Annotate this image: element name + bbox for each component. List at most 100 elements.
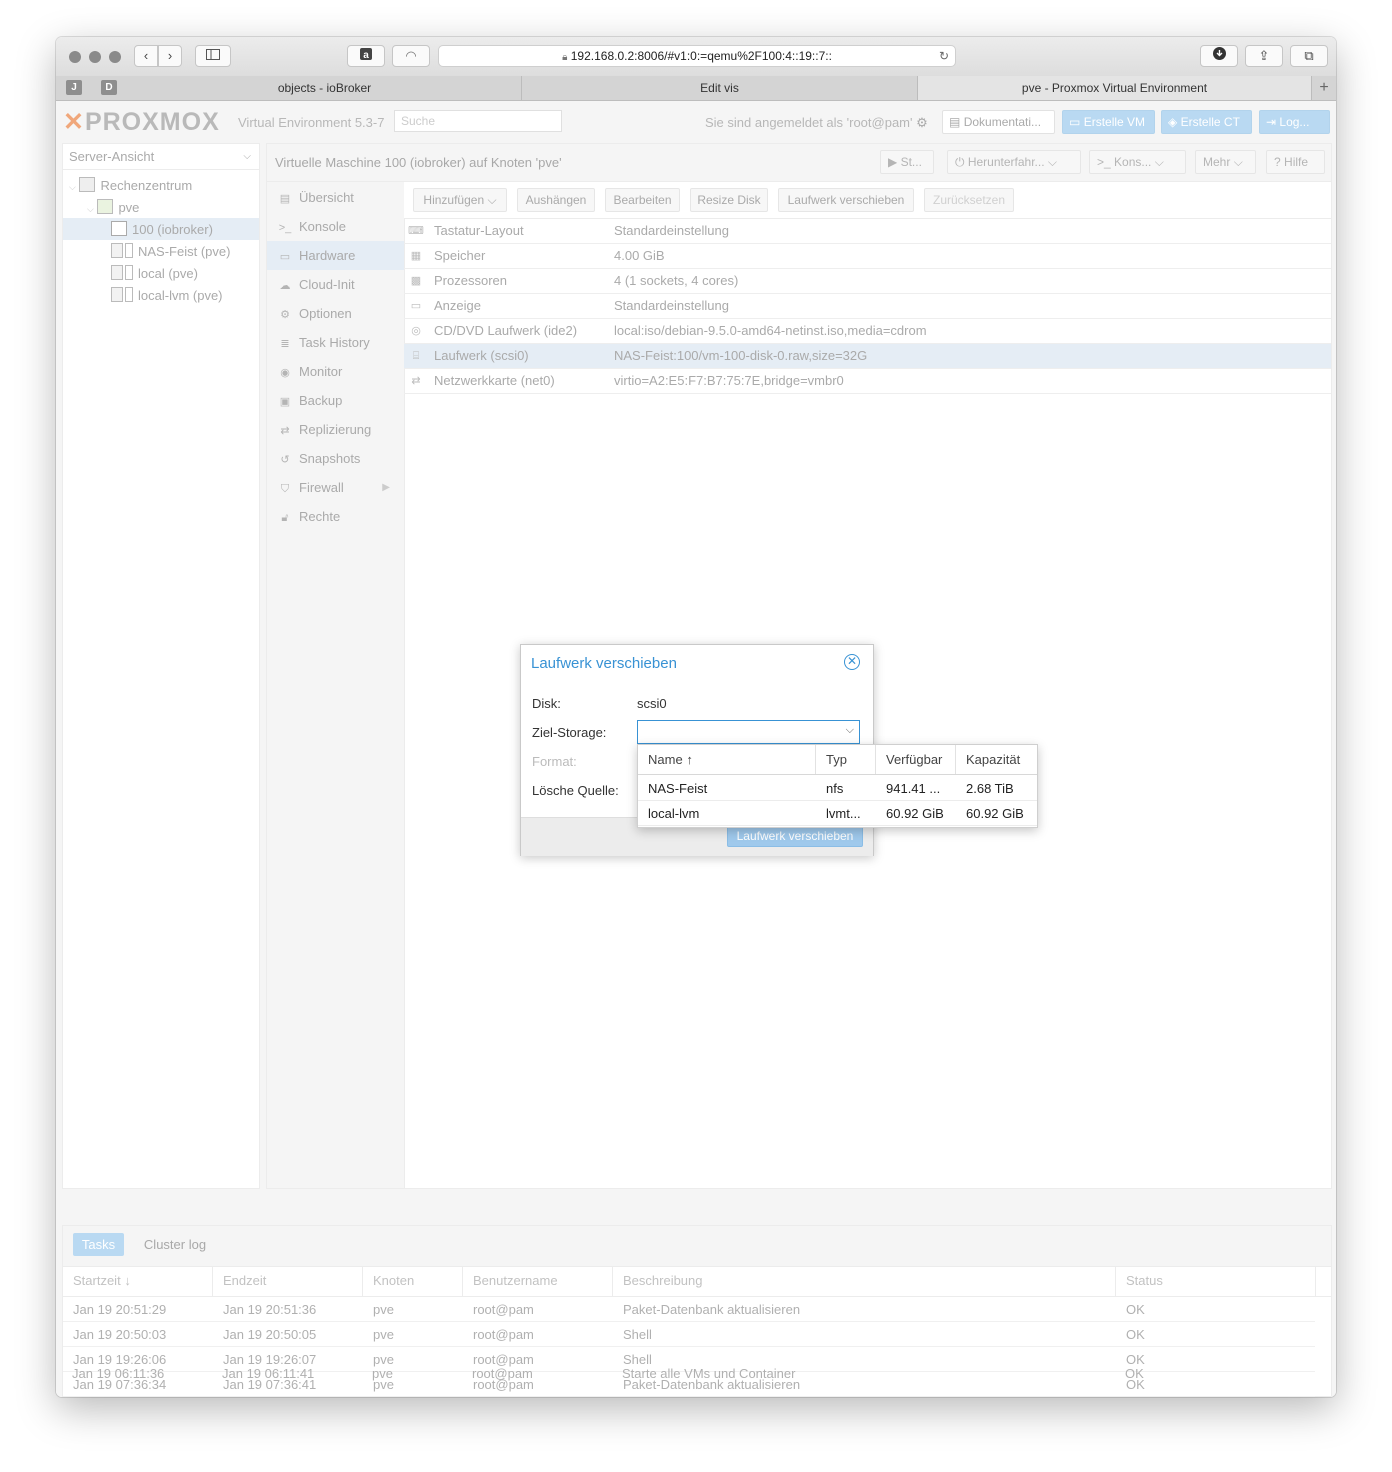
nav-item-snapshots[interactable]: ↺ Snapshots [267, 444, 404, 473]
picker-row-local-lvm[interactable]: local-lvm lvmt... 60.92 GiB 60.92 GiB [638, 801, 1037, 826]
zoom-window-button[interactable] [109, 51, 121, 63]
new-tab-button[interactable]: + [1312, 76, 1336, 100]
hw-row-memory[interactable]: ▦ Speicher 4.00 GiB [404, 244, 1331, 269]
move-disk-submit-button[interactable]: Laufwerk verschieben [727, 825, 863, 847]
nav-item-permissions[interactable]: 🔓︎ Rechte [267, 502, 404, 531]
cell-status: OK [1126, 1302, 1145, 1317]
sidebar-toggle-button[interactable] [195, 45, 231, 67]
close-icon[interactable]: ✕ [844, 654, 860, 670]
column-start-time[interactable]: Startzeit ↓ [63, 1266, 213, 1296]
search-input[interactable]: Suche [394, 110, 562, 132]
column-node[interactable]: Knoten [363, 1266, 463, 1296]
cell-description: Paket-Datenbank aktualisieren [623, 1302, 801, 1317]
picker-column-type[interactable]: Typ [816, 745, 876, 774]
tree-item-datacenter[interactable]: ⌵ Rechenzentrum [69, 175, 192, 197]
help-button[interactable]: ? Hilfe [1266, 150, 1325, 174]
tab-cluster-log[interactable]: Cluster log [135, 1233, 215, 1256]
picker-column-name[interactable]: Name ↑ [638, 745, 816, 774]
target-storage-label: Ziel-Storage: [532, 725, 607, 740]
close-window-button[interactable] [69, 51, 81, 63]
cell-start: Jan 19 20:50:03 [73, 1327, 167, 1342]
add-button[interactable]: Hinzufügen ⌵ [413, 188, 507, 212]
start-button[interactable]: ▶ St... [880, 150, 934, 174]
picker-cell-capacity: 2.68 TiB [966, 781, 1014, 796]
amazon-icon: a [360, 48, 372, 61]
vm-nav: ▤ Übersicht >_ Konsole ▭ Hardware ☁ Cloud-In… [267, 182, 405, 1188]
nav-item-monitor[interactable]: ◉ Monitor [267, 357, 404, 386]
documentation-button[interactable]: ▤ Dokumentati... [942, 110, 1055, 134]
tree-item-storage-local-lvm[interactable]: local-lvm (pve) [111, 285, 223, 307]
cell-status: OK [1126, 1327, 1145, 1342]
column-status[interactable]: Status [1116, 1266, 1316, 1296]
gear-icon: ⚙ [280, 309, 290, 321]
pinned-tab-d[interactable]: D [101, 80, 117, 95]
tree-item-storage-nas[interactable]: NAS-Feist (pve) [111, 241, 230, 263]
move-disk-button[interactable]: Laufwerk verschieben [778, 188, 914, 212]
column-user[interactable]: Benutzername [463, 1266, 613, 1296]
tab-tasks[interactable]: Tasks [73, 1233, 124, 1256]
picker-cell-capacity: 60.92 GiB [966, 806, 1024, 821]
nav-item-firewall[interactable]: ⛉ Firewall ▶ [267, 473, 404, 502]
hw-row-cdrom[interactable]: ◎ CD/DVD Laufwerk (ide2) local:iso/debian-… [404, 319, 1331, 344]
forward-button[interactable]: › [158, 45, 182, 67]
back-button[interactable]: ‹ [134, 45, 158, 67]
tabs-overview-button[interactable]: ⧉ [1290, 45, 1328, 67]
hw-row-disk[interactable]: ⌸ Laufwerk (scsi0) NAS-Feist:100/vm-100-di… [404, 344, 1331, 369]
nav-item-cloud-init[interactable]: ☁ Cloud-Init [267, 270, 404, 299]
shutdown-button[interactable]: ⏻ Herunterfahr... ⌵ [947, 150, 1081, 174]
nav-item-backup[interactable]: ▣ Backup [267, 386, 404, 415]
hw-row-network[interactable]: ⇄ Netzwerkkarte (net0) virtio=A2:E5:F7:B7:… [404, 369, 1331, 394]
more-button[interactable]: Mehr ⌵ [1195, 150, 1256, 174]
storage-status-icon [125, 287, 133, 302]
picker-column-capacity[interactable]: Kapazität [956, 745, 1037, 774]
downloads-button[interactable] [1200, 45, 1238, 67]
column-description[interactable]: Beschreibung [613, 1266, 1116, 1296]
picker-column-available[interactable]: Verfügbar [876, 745, 956, 774]
detach-button[interactable]: Aushängen [517, 188, 595, 212]
exchange-icon: ⇄ [411, 375, 421, 387]
tab-edit-vis[interactable]: Edit vis [522, 76, 918, 100]
hw-row-keyboard[interactable]: ⌨ Tastatur-Layout Standardeinstellung [404, 219, 1331, 244]
rss-button[interactable]: ◠ [392, 45, 430, 67]
target-storage-select[interactable]: ⌵ [637, 720, 860, 744]
nav-item-options[interactable]: ⚙ Optionen [267, 299, 404, 328]
cell-description: Shell [623, 1327, 652, 1342]
create-ct-button[interactable]: ◈ Erstelle CT [1161, 110, 1252, 134]
tree-item-storage-local[interactable]: local (pve) [111, 263, 198, 285]
view-selector[interactable]: Server-Ansicht ⌵ [63, 144, 259, 170]
amazon-extension-button[interactable]: a [347, 45, 385, 67]
tree-item-vm-100[interactable]: 100 (iobroker) [111, 219, 213, 241]
nav-item-task-history[interactable]: ≣ Task History [267, 328, 404, 357]
table-row[interactable]: Jan 19 20:51:29 Jan 19 20:51:36 pve root… [63, 1297, 1315, 1322]
storage-icon [111, 243, 123, 258]
logout-button[interactable]: ⇥ Log... [1259, 110, 1330, 134]
hw-row-display[interactable]: ▭ Anzeige Standardeinstellung [404, 294, 1331, 319]
console-button[interactable]: >_ Kons... ⌵ [1089, 150, 1186, 174]
resize-disk-button[interactable]: Resize Disk [690, 188, 768, 212]
tree-item-node-pve[interactable]: ⌵ pve [87, 197, 139, 219]
reload-icon[interactable]: ↻ [939, 46, 949, 66]
table-row[interactable]: Jan 19 06:11:36 Jan 19 06:11:41 pve root… [62, 1361, 1314, 1386]
address-text: 192.168.0.2:8006/#v1:0:=qemu%2F100:4::19… [570, 49, 832, 63]
column-end-time[interactable]: Endzeit [213, 1266, 363, 1296]
tab-iobroker-objects[interactable]: objects - ioBroker [128, 76, 522, 100]
cell-end: Jan 19 20:51:36 [223, 1302, 317, 1317]
share-button[interactable]: ⇪ [1245, 45, 1283, 67]
create-vm-button[interactable]: ▭ Erstelle VM [1062, 110, 1155, 134]
pinned-tab-j[interactable]: J [66, 80, 82, 95]
tab-label: pve - Proxmox Virtual Environment [1021, 81, 1208, 95]
nav-item-hardware[interactable]: ▭ Hardware [267, 241, 404, 270]
gear-icon[interactable]: ⚙ [916, 115, 928, 130]
tab-proxmox[interactable]: pve - Proxmox Virtual Environment [918, 76, 1312, 100]
nav-item-overview[interactable]: ▤ Übersicht [267, 183, 404, 212]
edit-button[interactable]: Bearbeiten [605, 188, 680, 212]
cell-user: root@pam [473, 1302, 534, 1317]
minimize-window-button[interactable] [89, 51, 101, 63]
address-bar[interactable]: 🔒︎ 192.168.0.2:8006/#v1:0:=qemu%2F100:4:… [438, 45, 956, 67]
revert-button[interactable]: Zurücksetzen [924, 188, 1014, 212]
table-row[interactable]: Jan 19 20:50:03 Jan 19 20:50:05 pve root… [63, 1322, 1315, 1347]
hw-row-cpu[interactable]: ▩ Prozessoren 4 (1 sockets, 4 cores) [404, 269, 1331, 294]
nav-item-replication[interactable]: ⇄ Replizierung [267, 415, 404, 444]
picker-row-nas-feist[interactable]: NAS-Feist nfs 941.41 ... 2.68 TiB [638, 776, 1037, 801]
nav-item-console[interactable]: >_ Konsole [267, 212, 404, 241]
